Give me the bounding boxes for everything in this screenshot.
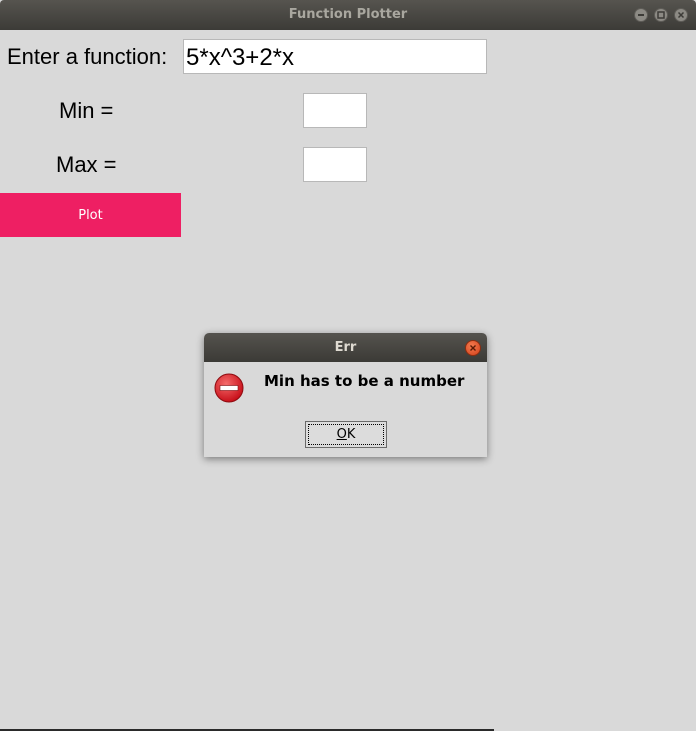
max-input[interactable]: [303, 147, 367, 182]
function-input[interactable]: [183, 39, 487, 74]
ok-label-rest: K: [346, 427, 356, 442]
window-title: Function Plotter: [288, 7, 408, 22]
window-titlebar[interactable]: Function Plotter: [0, 0, 696, 30]
dialog-titlebar[interactable]: Err: [204, 333, 487, 362]
error-dialog: Err Min has to be a number OK: [204, 333, 487, 457]
maximize-icon[interactable]: [654, 8, 668, 22]
ok-mnemonic: O: [336, 427, 347, 442]
min-label: Min =: [59, 98, 114, 123]
dialog-message: Min has to be a number: [264, 372, 465, 390]
function-label: Enter a function:: [7, 44, 168, 69]
minimize-icon[interactable]: [634, 8, 648, 22]
error-icon: [214, 373, 244, 403]
max-label: Max =: [56, 152, 117, 177]
plot-button[interactable]: Plot: [0, 193, 181, 237]
close-icon[interactable]: [674, 8, 688, 22]
ok-button[interactable]: OK: [305, 421, 387, 448]
dialog-close-icon[interactable]: [465, 340, 481, 356]
dialog-title: Err: [334, 340, 357, 355]
min-input[interactable]: [303, 93, 367, 128]
